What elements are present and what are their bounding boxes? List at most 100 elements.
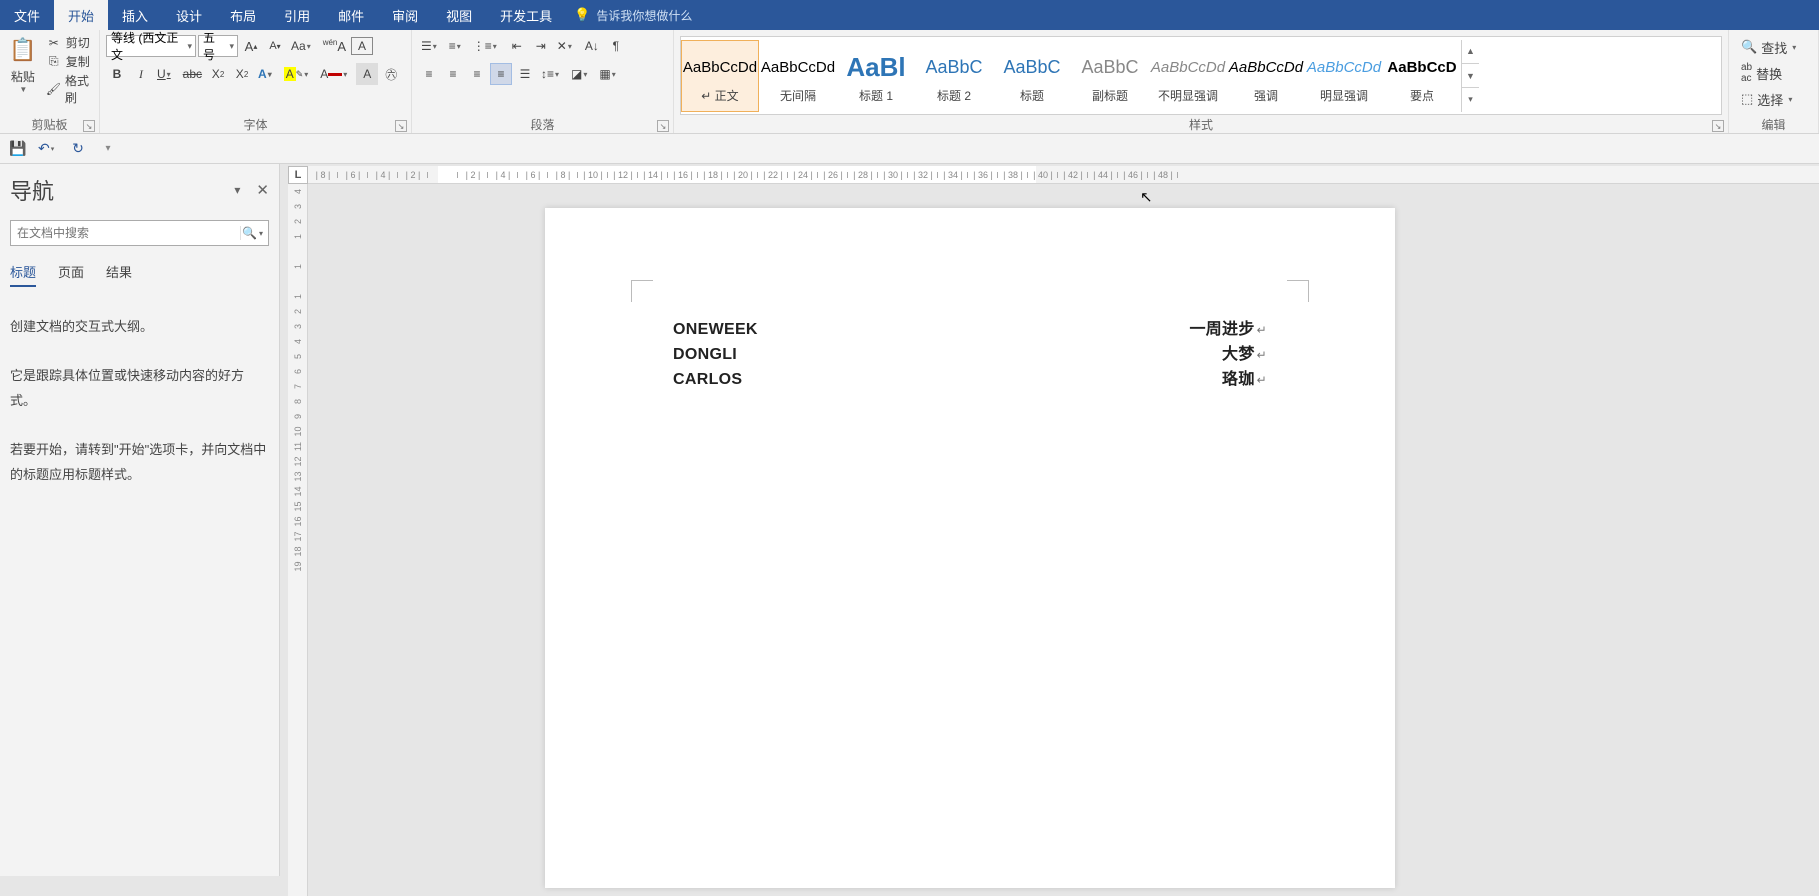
numbering-button[interactable]: ≡▾ [446,35,468,57]
scissors-icon: ✂ [46,35,62,51]
text-line[interactable]: ONEWEEK一周进步↵ [673,318,1267,343]
style-明显强调[interactable]: AaBbCcDd明显强调 [1305,40,1383,112]
tab-view[interactable]: 视图 [432,0,486,30]
group-clipboard: 📋 粘贴 ▼ ✂剪切 ⎘复制 🖌格式刷 剪贴板↘ [0,30,100,133]
group-label-editing: 编辑 [1761,116,1785,133]
undo-button[interactable]: ↶▾ [38,139,58,159]
shading-button[interactable]: ◪▾ [568,63,594,85]
style-无间隔[interactable]: AaBbCcDd无间隔 [759,40,837,112]
style-正文[interactable]: AaBbCcDd↵ 正文 [681,40,759,112]
dialog-launcher[interactable]: ↘ [1712,120,1724,132]
main-area: 导航 ▾ ✕ 🔍▾ 标题 页面 结果 创建文档的交互式大纲。 它是跟踪具体位置或… [0,164,1819,876]
style-不明显强调[interactable]: AaBbCcDd不明显强调 [1149,40,1227,112]
nav-search-input[interactable] [11,226,240,240]
strikethrough-button[interactable]: abc [180,63,205,85]
style-副标题[interactable]: AaBbC副标题 [1071,40,1149,112]
group-label-styles: 样式 [1189,116,1213,133]
tab-stop-selector[interactable]: L [288,166,308,184]
replace-button[interactable]: abac替换 [1735,60,1812,86]
text-line[interactable]: CARLOS珞珈↵ [673,368,1267,393]
group-label-paragraph: 段落 [530,116,554,133]
tab-home[interactable]: 开始 [54,0,108,30]
align-left-button[interactable]: ≡ [418,63,440,85]
pen-icon: ✎ [296,69,304,80]
nav-close-button[interactable]: ✕ [256,181,269,199]
dialog-launcher[interactable]: ↘ [657,120,669,132]
tab-layout[interactable]: 布局 [216,0,270,30]
style-标题[interactable]: AaBbC标题 [993,40,1071,112]
margin-guide [1287,280,1309,302]
font-size-select[interactable]: 五号 [198,35,238,57]
superscript-button[interactable]: X2 [231,63,253,85]
align-right-button[interactable]: ≡ [466,63,488,85]
select-button[interactable]: ⬚选择▾ [1735,86,1812,112]
justify-button[interactable]: ≡ [490,63,512,85]
tab-mailings[interactable]: 邮件 [324,0,378,30]
bold-button[interactable]: B [106,63,128,85]
nav-tab-pages[interactable]: 页面 [58,262,84,287]
quick-access-toolbar: 💾 ↶▾ ↻ ▾ [0,134,1819,164]
distributed-button[interactable]: ☰ [514,63,536,85]
page-content[interactable]: ONEWEEK一周进步↵DONGLI大梦↵CARLOS珞珈↵ [673,318,1267,392]
change-case-button[interactable]: Aa▾ [288,35,318,57]
increase-indent-button[interactable]: ⇥ [530,35,552,57]
underline-button[interactable]: U▾ [154,63,178,85]
italic-button[interactable]: I [130,63,152,85]
style-要点[interactable]: AaBbCcD要点 [1383,40,1461,112]
vertical-ruler[interactable]: 4321112345678910111213141516171819 [288,184,308,896]
bullets-button[interactable]: ☰▾ [418,35,444,57]
save-button[interactable]: 💾 [8,139,28,159]
style-标题 2[interactable]: AaBbC标题 2 [915,40,993,112]
char-border-button[interactable]: A [351,37,373,55]
tell-me-text: 告诉我你想做什么 [596,7,692,24]
dialog-launcher[interactable]: ↘ [395,120,407,132]
format-painter-button[interactable]: 🖌格式刷 [46,72,93,106]
phonetic-guide-button[interactable]: wénA [320,35,349,57]
text-effects-button[interactable]: A▾ [255,63,279,85]
decrease-indent-button[interactable]: ⇤ [506,35,528,57]
enclose-char-button[interactable]: ㊅ [380,63,402,85]
nav-dropdown[interactable]: ▾ [234,183,240,197]
asian-layout-button[interactable]: ✕▾ [554,35,579,57]
tab-references[interactable]: 引用 [270,0,324,30]
paste-button[interactable]: 📋 粘贴 ▼ [6,34,40,94]
tab-developer[interactable]: 开发工具 [486,0,566,30]
style-标题 1[interactable]: AaBl标题 1 [837,40,915,112]
subscript-button[interactable]: X2 [207,63,229,85]
line-spacing-button[interactable]: ↕≡▾ [538,63,566,85]
align-center-button[interactable]: ≡ [442,63,464,85]
horizontal-ruler[interactable]: | 8 || 6 || 4 || 2 || 2 || 4 || 6 || 8 |… [308,166,1819,184]
highlight-button[interactable]: A✎▾ [281,63,316,85]
font-color-button[interactable]: A▾ [317,63,354,85]
document-area: L | 8 || 6 || 4 || 2 || 2 || 4 || 6 || 8… [280,164,1819,876]
gallery-scroll[interactable]: ▲▼▾ [1461,40,1479,112]
grow-font-button[interactable]: A▴ [240,35,262,57]
tab-insert[interactable]: 插入 [108,0,162,30]
style-强调[interactable]: AaBbCcDd强调 [1227,40,1305,112]
qat-customize[interactable]: ▾ [98,139,118,159]
find-button[interactable]: 🔍查找▾ [1735,34,1812,60]
sort-button[interactable]: A↓ [581,35,603,57]
borders-button[interactable]: ▦▾ [596,63,622,85]
multilevel-list-button[interactable]: ⋮≡▾ [470,35,504,57]
replace-icon: abac [1741,62,1752,84]
tab-file[interactable]: 文件 [0,0,54,30]
cut-button[interactable]: ✂剪切 [46,34,93,51]
page[interactable]: ONEWEEK一周进步↵DONGLI大梦↵CARLOS珞珈↵ [545,208,1395,888]
nav-search[interactable]: 🔍▾ [10,220,269,246]
tell-me[interactable]: 💡 告诉我你想做什么 [574,7,692,24]
copy-button[interactable]: ⎘复制 [46,53,93,70]
search-icon[interactable]: 🔍▾ [240,226,268,240]
redo-button[interactable]: ↻ [68,139,88,159]
shrink-font-button[interactable]: A▾ [264,35,286,57]
show-marks-button[interactable]: ¶ [605,35,627,57]
tab-design[interactable]: 设计 [162,0,216,30]
dialog-launcher[interactable]: ↘ [83,120,95,132]
nav-tab-results[interactable]: 结果 [106,262,132,287]
char-shading-button[interactable]: A [356,63,378,85]
text-line[interactable]: DONGLI大梦↵ [673,343,1267,368]
font-name-select[interactable]: 等线 (西文正文 [106,35,196,57]
nav-tab-headings[interactable]: 标题 [10,262,36,287]
nav-title: 导航 [10,174,54,206]
tab-review[interactable]: 审阅 [378,0,432,30]
